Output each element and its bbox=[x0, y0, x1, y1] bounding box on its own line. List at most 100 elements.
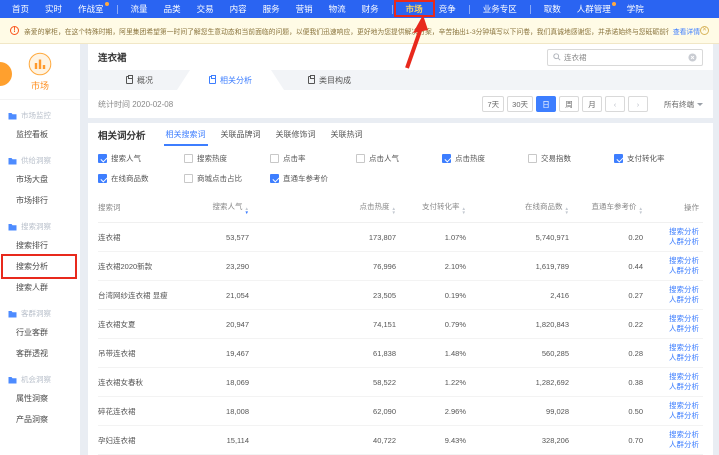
sort-desc-caret[interactable]: ▼ bbox=[245, 211, 249, 215]
nav-item-学院[interactable]: 学院 bbox=[619, 0, 652, 18]
clear-icon[interactable] bbox=[688, 53, 697, 62]
nav-item-营销[interactable]: 营销 bbox=[288, 0, 321, 18]
action-link-搜索分析[interactable]: 搜索分析 bbox=[645, 314, 699, 324]
action-link-人群分析[interactable]: 人群分析 bbox=[645, 295, 699, 305]
sort-icon[interactable]: ▲▼ bbox=[565, 207, 569, 214]
sidebar-item-市场大盘[interactable]: 市场大盘 bbox=[0, 169, 80, 190]
metric-checkbox-交易指数[interactable]: 交易指数 bbox=[528, 153, 614, 164]
sidebar-group-label: 客群洞察 bbox=[21, 308, 51, 319]
metric-checkbox-商城点击占比[interactable]: 商城点击占比 bbox=[184, 173, 270, 184]
table-row: 连衣裙2020新款23,29076,9962.10%1,619,7890.44搜… bbox=[98, 252, 703, 281]
cell-value: 0.19% bbox=[398, 291, 468, 300]
action-link-搜索分析[interactable]: 搜索分析 bbox=[645, 372, 699, 382]
metric-checkbox-点击热度[interactable]: 点击热度 bbox=[442, 153, 528, 164]
metric-checkbox-在线商品数[interactable]: 在线商品数 bbox=[98, 173, 184, 184]
metric-checkbox-直通车参考价[interactable]: 直通车参考价 bbox=[270, 173, 356, 184]
column-header-搜索人气[interactable]: 搜索人气▲▼ bbox=[188, 201, 251, 214]
action-link-搜索分析[interactable]: 搜索分析 bbox=[645, 343, 699, 353]
toolbar-right: 7天30天日周月‹› 所有终端 bbox=[482, 96, 703, 112]
sidebar-item-客群透视[interactable]: 客群透视 bbox=[0, 343, 80, 364]
column-header-label: 操作 bbox=[684, 203, 699, 212]
range-button-7天[interactable]: 7天 bbox=[482, 96, 504, 112]
search-input[interactable] bbox=[564, 53, 685, 62]
clipboard-icon bbox=[209, 76, 216, 84]
column-header-label: 搜索词 bbox=[98, 203, 121, 212]
sort-icon[interactable]: ▲▼ bbox=[245, 207, 249, 214]
nav-item-实时[interactable]: 实时 bbox=[37, 0, 70, 18]
sidebar-item-市场排行[interactable]: 市场排行 bbox=[0, 190, 80, 211]
action-link-搜索分析[interactable]: 搜索分析 bbox=[645, 256, 699, 266]
metric-checkbox-点击人气[interactable]: 点击人气 bbox=[356, 153, 442, 164]
nav-item-内容[interactable]: 内容 bbox=[222, 0, 255, 18]
subtab-关联品牌词[interactable]: 关联品牌词 bbox=[221, 123, 261, 146]
metric-checkbox-搜索人气[interactable]: 搜索人气 bbox=[98, 153, 184, 164]
cell-value: 1.48% bbox=[398, 349, 468, 358]
nav-item-作战室[interactable]: 作战室 bbox=[70, 0, 112, 18]
notice-detail-link[interactable]: 查看详情 bbox=[673, 26, 700, 36]
action-link-人群分析[interactable]: 人群分析 bbox=[645, 266, 699, 276]
column-header-支付转化率[interactable]: 支付转化率▲▼ bbox=[398, 201, 468, 214]
nav-item-竞争[interactable]: 竞争 bbox=[431, 0, 464, 18]
notice-close-icon[interactable]: ✕ bbox=[700, 26, 709, 35]
title-row: 连衣裙 bbox=[88, 44, 713, 70]
sort-desc-caret[interactable]: ▼ bbox=[462, 211, 466, 215]
nav-item-物流[interactable]: 物流 bbox=[321, 0, 354, 18]
nav-item-交易[interactable]: 交易 bbox=[189, 0, 222, 18]
sort-icon[interactable]: ▲▼ bbox=[392, 207, 396, 214]
action-link-搜索分析[interactable]: 搜索分析 bbox=[645, 401, 699, 411]
sort-desc-caret[interactable]: ▼ bbox=[392, 211, 396, 215]
nav-item-label: 取数 bbox=[544, 4, 561, 14]
subtab-相关搜索词[interactable]: 相关搜索词 bbox=[166, 123, 206, 146]
prev-button[interactable]: ‹ bbox=[605, 96, 625, 112]
cell-value: 0.79% bbox=[398, 320, 468, 329]
sidebar-item-属性洞察[interactable]: 属性洞察 bbox=[0, 388, 80, 409]
sort-desc-caret[interactable]: ▼ bbox=[565, 211, 569, 215]
sidebar-item-搜索人群[interactable]: 搜索人群 bbox=[0, 277, 80, 298]
metric-checkbox-点击率[interactable]: 点击率 bbox=[270, 153, 356, 164]
column-header-直通车参考价[interactable]: 直通车参考价▲▼ bbox=[571, 201, 645, 214]
range-button-周[interactable]: 周 bbox=[559, 96, 579, 112]
sidebar-item-产品洞察[interactable]: 产品洞察 bbox=[0, 409, 80, 430]
sort-icon[interactable]: ▲▼ bbox=[462, 207, 466, 214]
nav-item-市场[interactable]: 市场 bbox=[398, 0, 431, 18]
nav-item-流量[interactable]: 流量 bbox=[123, 0, 156, 18]
action-link-人群分析[interactable]: 人群分析 bbox=[645, 440, 699, 450]
action-link-搜索分析[interactable]: 搜索分析 bbox=[645, 285, 699, 295]
cell-value: 19,467 bbox=[188, 349, 251, 358]
sidebar-item-监控看板[interactable]: 监控看板 bbox=[0, 124, 80, 145]
sort-desc-caret[interactable]: ▼ bbox=[639, 211, 643, 215]
action-link-人群分析[interactable]: 人群分析 bbox=[645, 353, 699, 363]
column-header-在线商品数[interactable]: 在线商品数▲▼ bbox=[468, 201, 571, 214]
range-button-日[interactable]: 日 bbox=[536, 96, 556, 112]
nav-item-取数[interactable]: 取数 bbox=[536, 0, 569, 18]
action-link-人群分析[interactable]: 人群分析 bbox=[645, 382, 699, 392]
action-link-人群分析[interactable]: 人群分析 bbox=[645, 324, 699, 334]
nav-item-品类[interactable]: 品类 bbox=[156, 0, 189, 18]
action-link-人群分析[interactable]: 人群分析 bbox=[645, 411, 699, 421]
keyword-search-box[interactable] bbox=[547, 49, 703, 66]
action-link-人群分析[interactable]: 人群分析 bbox=[645, 237, 699, 247]
sidebar-item-行业客群[interactable]: 行业客群 bbox=[0, 322, 80, 343]
tab-概况[interactable]: 概况 bbox=[102, 70, 177, 90]
nav-item-财务[interactable]: 财务 bbox=[354, 0, 387, 18]
tab-类目构成[interactable]: 类目构成 bbox=[284, 70, 375, 90]
nav-item-首页[interactable]: 首页 bbox=[4, 0, 37, 18]
nav-item-人群管理[interactable]: 人群管理 bbox=[569, 0, 619, 18]
metric-checkbox-搜索热度[interactable]: 搜索热度 bbox=[184, 153, 270, 164]
column-header-点击热度[interactable]: 点击热度▲▼ bbox=[251, 201, 398, 214]
subtab-关联热词[interactable]: 关联热词 bbox=[331, 123, 363, 146]
terminal-select[interactable]: 所有终端 bbox=[664, 99, 703, 110]
metric-checkbox-支付转化率[interactable]: 支付转化率 bbox=[614, 153, 700, 164]
action-link-搜索分析[interactable]: 搜索分析 bbox=[645, 430, 699, 440]
sidebar-item-搜索排行[interactable]: 搜索排行 bbox=[0, 235, 80, 256]
action-link-搜索分析[interactable]: 搜索分析 bbox=[645, 227, 699, 237]
sidebar-item-搜索分析[interactable]: 搜索分析 bbox=[0, 256, 80, 277]
nav-item-服务[interactable]: 服务 bbox=[255, 0, 288, 18]
tab-相关分析[interactable]: 相关分析 bbox=[177, 70, 284, 90]
nav-item-业务专区[interactable]: 业务专区 bbox=[475, 0, 525, 18]
subtab-关联修饰词[interactable]: 关联修饰词 bbox=[276, 123, 316, 146]
range-button-月[interactable]: 月 bbox=[582, 96, 602, 112]
next-button[interactable]: › bbox=[628, 96, 648, 112]
sort-icon[interactable]: ▲▼ bbox=[639, 207, 643, 214]
range-button-30天[interactable]: 30天 bbox=[507, 96, 533, 112]
